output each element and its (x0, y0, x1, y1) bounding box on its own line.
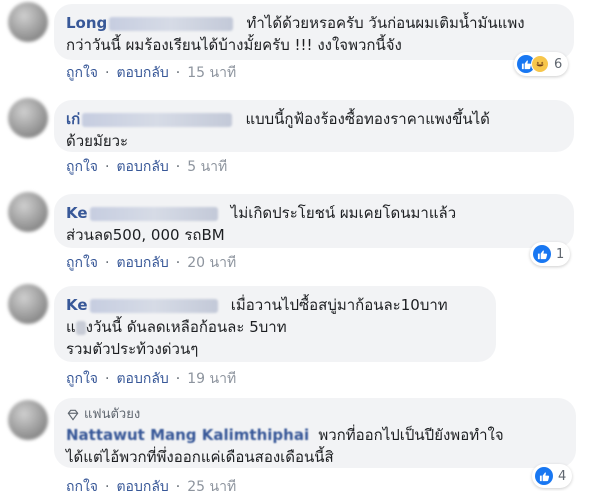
comment-text: ได้แต่ไอ้พวกที่พึ่งออกแค่เดือนสองเดือนนี… (66, 448, 334, 466)
author-name[interactable]: Ke (66, 296, 88, 314)
reply-link[interactable]: ตอบกลับ (116, 252, 168, 274)
reply-link[interactable]: ตอบกลับ (116, 62, 168, 84)
comment-text: รวมตัวประท้วงด่วนๆ (66, 340, 199, 358)
separator-dot: · (105, 255, 110, 271)
reaction-count: 1 (556, 246, 565, 262)
blurred-name (82, 112, 233, 127)
separator-dot: · (175, 479, 181, 491)
comment-author[interactable]: Ke (66, 204, 227, 222)
author-name[interactable]: Nattawut Mang Kalimthiphai (66, 426, 309, 444)
avatar[interactable] (8, 284, 48, 324)
separator-dot: · (105, 371, 110, 387)
comment-text: พวกที่ออกไปเป็นปียังพอทำใจ (318, 426, 504, 444)
reaction-count: 6 (554, 56, 563, 72)
comment-actions: ถูกใจ · ตอบกลับ · 25 นาที (66, 476, 236, 491)
blurred-text (75, 320, 86, 335)
avatar[interactable] (8, 192, 48, 232)
comment-text: เมื่อวานไปซื้อสบู่มาก้อนละ10บาท (230, 296, 448, 314)
separator-dot: · (175, 65, 181, 81)
comment-text: ทำได้ด้วยหรอครับ วันก่อนผมเติมน้ำมันแพง (246, 14, 525, 32)
comment-author[interactable]: Long (66, 14, 243, 32)
comment-bubble: Ke ไม่เกิดประโยชน์ ผมเคยโดนมาแล้ว ส่วนลด… (54, 194, 574, 248)
author-name[interactable]: Ke (66, 204, 88, 222)
comment-text: ด้วยมัยวะ (66, 132, 129, 150)
like-link[interactable]: ถูกใจ (66, 252, 98, 274)
comment-bubble: เก่ แบบนี้กูฟ้องร้องซื้อทองราคาแพงขึ้นได… (54, 100, 574, 152)
reaction-summary[interactable]: 1 (530, 242, 571, 266)
blurred-name (109, 16, 234, 31)
comment-timestamp[interactable]: 20 นาที (187, 252, 236, 274)
comment-actions: ถูกใจ · ตอบกลับ · 15 นาที (66, 62, 236, 84)
like-link[interactable]: ถูกใจ (66, 156, 98, 178)
comment-bubble: Long ทำได้ด้วยหรอครับ วันก่อนผมเติมน้ำมั… (54, 4, 574, 60)
like-link[interactable]: ถูกใจ (66, 476, 98, 491)
separator-dot: · (105, 479, 110, 491)
avatar[interactable] (8, 400, 48, 440)
comment-bubble: Ke เมื่อวานไปซื้อสบู่มาก้อนละ10บาท แ งวัน… (54, 286, 496, 362)
separator-dot: · (105, 159, 110, 175)
comment-actions: ถูกใจ · ตอบกลับ · 20 นาที (66, 252, 236, 274)
comment-bubble: แฟนตัวยง Nattawut Mang Kalimthiphai พวกท… (54, 398, 576, 468)
separator-dot: · (175, 255, 181, 271)
haha-icon (531, 55, 549, 73)
reaction-count: 4 (558, 468, 567, 484)
comment-timestamp[interactable]: 15 นาที (187, 62, 236, 84)
comment-actions: ถูกใจ · ตอบกลับ · 5 นาที (66, 156, 227, 178)
reaction-summary[interactable]: 6 (514, 52, 569, 76)
comment-timestamp[interactable]: 25 นาที (187, 476, 236, 491)
comment-author[interactable]: Ke (66, 296, 227, 314)
avatar[interactable] (8, 2, 48, 42)
separator-dot: · (175, 371, 181, 387)
like-link[interactable]: ถูกใจ (66, 368, 98, 390)
like-icon (533, 245, 551, 263)
comment-actions: ถูกใจ · ตอบกลับ · 19 นาที (66, 368, 236, 390)
reply-link[interactable]: ตอบกลับ (116, 156, 168, 178)
comment-text: แ (66, 318, 76, 336)
like-link[interactable]: ถูกใจ (66, 62, 98, 84)
comment-text: ส่วนลด500, 000 รถBM (66, 226, 225, 244)
blurred-name (89, 298, 218, 313)
reply-link[interactable]: ตอบกลับ (116, 368, 168, 390)
comment-text: ไม่เกิดประโยชน์ ผมเคยโดนมาแล้ว (230, 204, 457, 222)
comment-text: กว่าวันนี้ ผมร้องเรียนได้บ้างมั้ยครับ !!… (66, 36, 402, 54)
diamond-icon (67, 409, 79, 421)
separator-dot: · (175, 159, 181, 175)
avatar[interactable] (8, 98, 48, 138)
comment-text: งวันนี้ ดันลดเหลือก้อนละ 5บาท (85, 318, 287, 336)
separator-dot: · (105, 65, 110, 81)
fan-badge: แฟนตัวยง (66, 406, 564, 424)
like-icon (535, 467, 553, 485)
comment-text: แบบนี้กูฟ้องร้องซื้อทองราคาแพงขึ้นได้ (245, 110, 490, 128)
comment-author[interactable]: เก่ (66, 110, 241, 128)
author-name[interactable]: Long (66, 14, 107, 32)
blurred-name (89, 206, 218, 221)
comment-timestamp[interactable]: 5 นาที (187, 156, 227, 178)
reaction-summary[interactable]: 4 (532, 464, 573, 488)
author-name[interactable]: เก่ (66, 110, 80, 128)
comment-timestamp[interactable]: 19 นาที (187, 368, 236, 390)
comment-author[interactable]: Nattawut Mang Kalimthiphai (66, 426, 314, 444)
reply-link[interactable]: ตอบกลับ (116, 476, 168, 491)
fan-badge-label: แฟนตัวยง (84, 407, 141, 422)
